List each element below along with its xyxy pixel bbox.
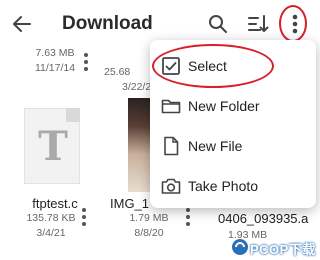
folder-icon — [161, 99, 181, 114]
search-button[interactable] — [206, 12, 230, 36]
file-name[interactable]: 0406_093935.a — [218, 211, 318, 226]
search-icon — [209, 15, 227, 33]
annotation-ellipse-select — [152, 44, 274, 88]
menu-item-label: Take Photo — [188, 178, 259, 194]
arrow-left-icon — [13, 16, 31, 32]
annotation-circle-more — [279, 5, 307, 42]
file-name[interactable]: ftptest.c — [0, 196, 110, 211]
page-title: Download — [62, 13, 153, 34]
file-size: 1.79 MB — [129, 212, 169, 224]
watermark-logo: PCOP下载 — [228, 236, 318, 258]
file-name[interactable]: IMG_1⁢ — [110, 196, 154, 211]
camera-icon — [161, 178, 181, 194]
document-letter: T — [38, 123, 68, 170]
watermark-text: PCOP下载 — [250, 242, 316, 257]
file-options-button[interactable] — [183, 208, 193, 230]
menu-item-label: New File — [188, 138, 243, 154]
sort-icon — [248, 15, 269, 32]
menu-item-new-folder[interactable]: New Folder — [150, 86, 316, 126]
file-options-button[interactable] — [79, 208, 89, 230]
logo-icon — [232, 239, 248, 255]
back-button[interactable] — [10, 12, 34, 36]
file-options-button[interactable] — [81, 53, 91, 75]
menu-item-new-file[interactable]: New File — [150, 126, 316, 166]
text-file-thumbnail[interactable]: T — [24, 108, 80, 184]
file-date: 8/8/20 — [134, 227, 164, 239]
file-icon — [164, 136, 179, 156]
sort-button[interactable] — [246, 12, 270, 36]
menu-item-label: New Folder — [188, 98, 260, 114]
menu-item-take-photo[interactable]: Take Photo — [150, 166, 316, 206]
